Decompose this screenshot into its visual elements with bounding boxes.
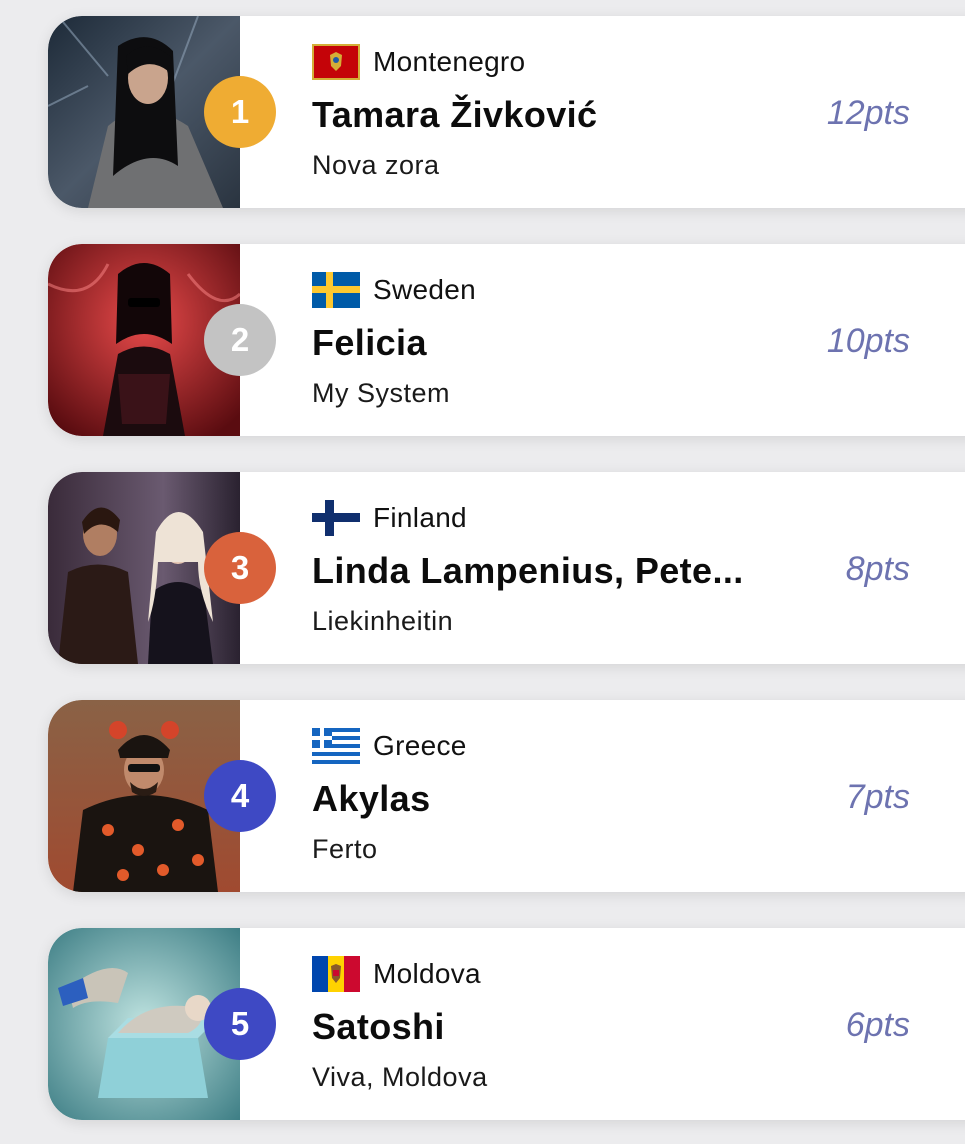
- points-value: 12pts: [826, 94, 910, 132]
- artist-name: Linda Lampenius, Pete...: [312, 550, 744, 591]
- country-name: Moldova: [373, 958, 481, 989]
- list-item[interactable]: 4 Greece Akylas Ferto 7pts: [48, 700, 965, 892]
- rank-badge: 5: [204, 988, 276, 1060]
- montenegro-flag-icon: [312, 44, 360, 80]
- artist-name: Tamara Živković: [312, 94, 598, 135]
- sweden-flag-icon: [312, 272, 360, 308]
- country-name: Greece: [373, 730, 467, 761]
- song-title: Liekinheitin: [312, 606, 454, 636]
- song-title: Viva, Moldova: [312, 1062, 488, 1092]
- list-item[interactable]: 5 Moldova Satoshi Viva, Moldova 6pts: [48, 928, 965, 1120]
- country-name: Finland: [373, 502, 467, 533]
- greece-flag-icon: [312, 728, 360, 764]
- points-value: 6pts: [845, 1006, 910, 1044]
- list-item[interactable]: 2 Sweden Felicia My System 10pts: [48, 244, 965, 436]
- song-title: My System: [312, 378, 451, 408]
- rank-badge: 4: [204, 760, 276, 832]
- points-value: 8pts: [845, 550, 910, 588]
- list-item[interactable]: 1 Montenegro Tamara Živković Nova zora 1…: [48, 16, 965, 208]
- finland-flag-icon: [312, 500, 360, 536]
- rank-badge: 1: [204, 76, 276, 148]
- artist-name: Akylas: [312, 778, 431, 819]
- song-title: Ferto: [312, 834, 378, 864]
- points-value: 7pts: [845, 778, 910, 816]
- rank-badge: 3: [204, 532, 276, 604]
- ranking-list: 1 Montenegro Tamara Živković Nova zora 1…: [0, 0, 965, 1144]
- moldova-flag-icon: [312, 956, 360, 992]
- points-value: 10pts: [826, 322, 910, 360]
- country-name: Sweden: [373, 274, 476, 305]
- list-item[interactable]: 3 Finland Linda Lampenius, Pete... Lieki…: [48, 472, 965, 664]
- country-name: Montenegro: [373, 46, 526, 77]
- artist-name: Felicia: [312, 322, 427, 363]
- song-title: Nova zora: [312, 150, 440, 180]
- artist-name: Satoshi: [312, 1006, 445, 1047]
- rank-badge: 2: [204, 304, 276, 376]
